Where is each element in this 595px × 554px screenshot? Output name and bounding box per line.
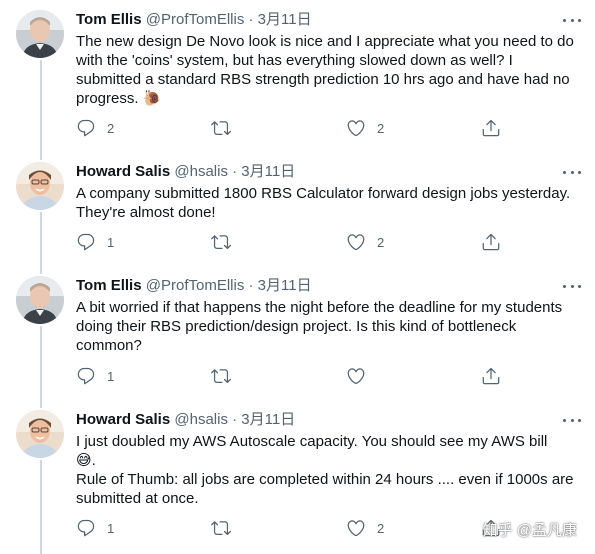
author-name[interactable]: Howard Salis (76, 411, 170, 428)
tweet-actions: 1 (76, 366, 500, 386)
like-button[interactable]: 2 (346, 518, 384, 538)
heart-icon (346, 366, 366, 386)
author-handle[interactable]: @hsalis (174, 163, 228, 180)
tweet-text: A company submitted 1800 RBS Calculator … (76, 184, 576, 222)
like-button[interactable]: 2 (346, 232, 384, 252)
share-icon (481, 118, 501, 138)
retweet-button[interactable] (211, 118, 242, 138)
tweet-text: A bit worried if that happens the night … (76, 298, 576, 355)
tweet-header: Howard Salis @hsalis · 3月11日 (76, 410, 295, 430)
author-handle[interactable]: @ProfTomEllis (146, 11, 245, 28)
more-icon[interactable] (563, 278, 581, 294)
tom-ellis-avatar[interactable] (16, 10, 64, 58)
tom-ellis-avatar[interactable] (16, 276, 64, 324)
like-count: 2 (377, 520, 385, 536)
tweet-text-line: I just doubled my AWS Autoscale capacity… (76, 433, 548, 469)
tweet-date[interactable]: 3月11日 (258, 277, 312, 294)
tweet-header: Tom Ellis @ProfTomEllis · 3月11日 (76, 276, 312, 296)
reply-icon (76, 366, 96, 386)
tweet-actions: 1 2 (76, 518, 500, 538)
separator: · (232, 411, 238, 428)
reply-count: 1 (107, 520, 115, 536)
tweet-text-line: A bit worried if that happens the night … (76, 299, 563, 354)
separator: · (248, 11, 254, 28)
like-count: 2 (377, 120, 385, 136)
like-count: 2 (377, 234, 385, 250)
author-handle[interactable]: @ProfTomEllis (146, 277, 245, 294)
thread-line (40, 460, 42, 554)
separator: · (248, 277, 254, 294)
retweet-button[interactable] (211, 366, 242, 386)
reply-button[interactable]: 1 (76, 518, 114, 538)
retweet-icon (211, 366, 231, 386)
share-icon (481, 232, 501, 252)
reply-count: 2 (107, 120, 115, 136)
tweet-text: The new design De Novo look is nice and … (76, 32, 576, 108)
author-handle[interactable]: @hsalis (174, 411, 228, 428)
tweet-actions: 2 2 (76, 118, 500, 138)
retweet-icon (211, 118, 231, 138)
tweet-actions: 1 2 (76, 232, 500, 252)
author-name[interactable]: Tom Ellis (76, 277, 142, 294)
tweet-text-line: Rule of Thumb: all jobs are completed wi… (76, 471, 574, 507)
like-button[interactable]: 2 (346, 118, 384, 138)
tweet-date[interactable]: 3月11日 (241, 163, 295, 180)
like-button[interactable] (346, 366, 377, 386)
heart-icon (346, 518, 366, 538)
reply-icon (76, 118, 96, 138)
retweet-icon (211, 518, 231, 538)
thread-line (40, 326, 42, 408)
more-icon[interactable] (563, 12, 581, 28)
author-name[interactable]: Tom Ellis (76, 11, 142, 28)
more-icon[interactable] (563, 412, 581, 428)
howard-salis-avatar[interactable] (16, 162, 64, 210)
more-icon[interactable] (563, 164, 581, 180)
tweet-header: Howard Salis @hsalis · 3月11日 (76, 162, 295, 182)
tweet-date[interactable]: 3月11日 (241, 411, 295, 428)
share-button[interactable] (481, 118, 501, 138)
reply-button[interactable]: 1 (76, 366, 114, 386)
howard-salis-avatar[interactable] (16, 410, 64, 458)
share-button[interactable] (481, 366, 501, 386)
thread-line (40, 212, 42, 274)
reply-count: 1 (107, 234, 115, 250)
author-name[interactable]: Howard Salis (76, 163, 170, 180)
heart-icon (346, 118, 366, 138)
reply-icon (76, 232, 96, 252)
share-button[interactable] (481, 232, 501, 252)
watermark: 知乎 @孟凡康 (482, 522, 577, 539)
separator: · (232, 163, 238, 180)
reply-button[interactable]: 1 (76, 232, 114, 252)
tweet-text-line: A company submitted 1800 RBS Calculator … (76, 185, 571, 221)
thread-line (40, 60, 42, 160)
share-icon (481, 366, 501, 386)
heart-icon (346, 232, 366, 252)
tweet-header: Tom Ellis @ProfTomEllis · 3月11日 (76, 10, 312, 30)
retweet-button[interactable] (211, 518, 242, 538)
tweet-date[interactable]: 3月11日 (258, 11, 312, 28)
retweet-icon (211, 232, 231, 252)
tweet-text-line: The new design De Novo look is nice and … (76, 33, 574, 107)
reply-count: 1 (107, 368, 115, 384)
tweet-text: I just doubled my AWS Autoscale capacity… (76, 432, 576, 508)
retweet-button[interactable] (211, 232, 242, 252)
reply-button[interactable]: 2 (76, 118, 114, 138)
reply-icon (76, 518, 96, 538)
